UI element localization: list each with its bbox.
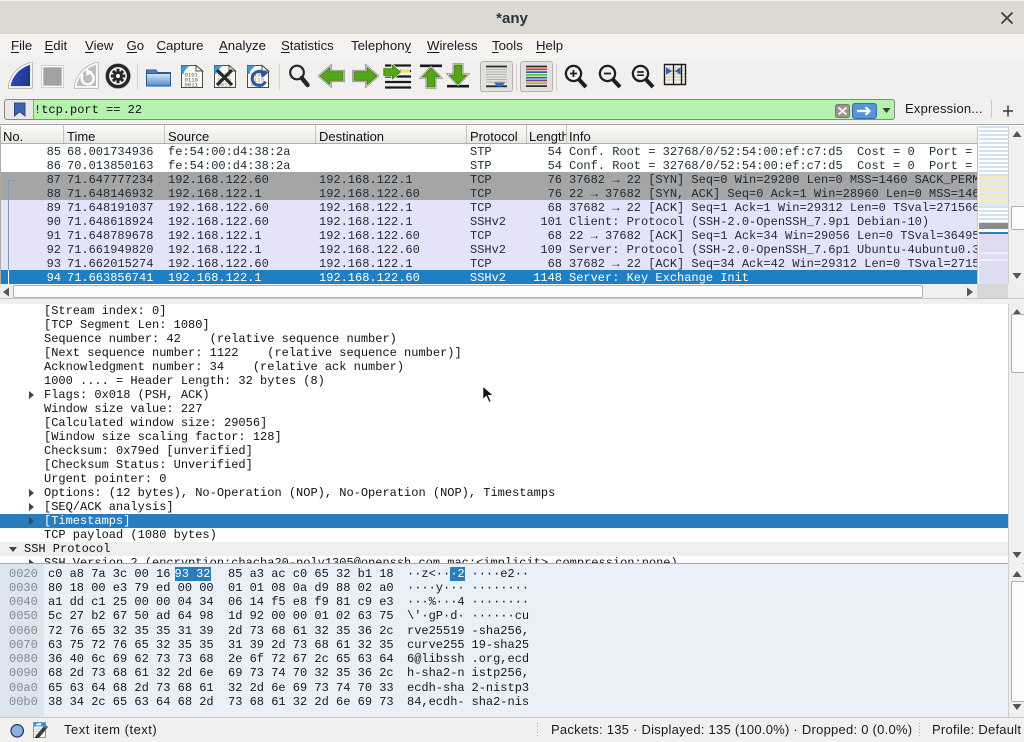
svg-text:0011: 0011 (185, 82, 199, 89)
